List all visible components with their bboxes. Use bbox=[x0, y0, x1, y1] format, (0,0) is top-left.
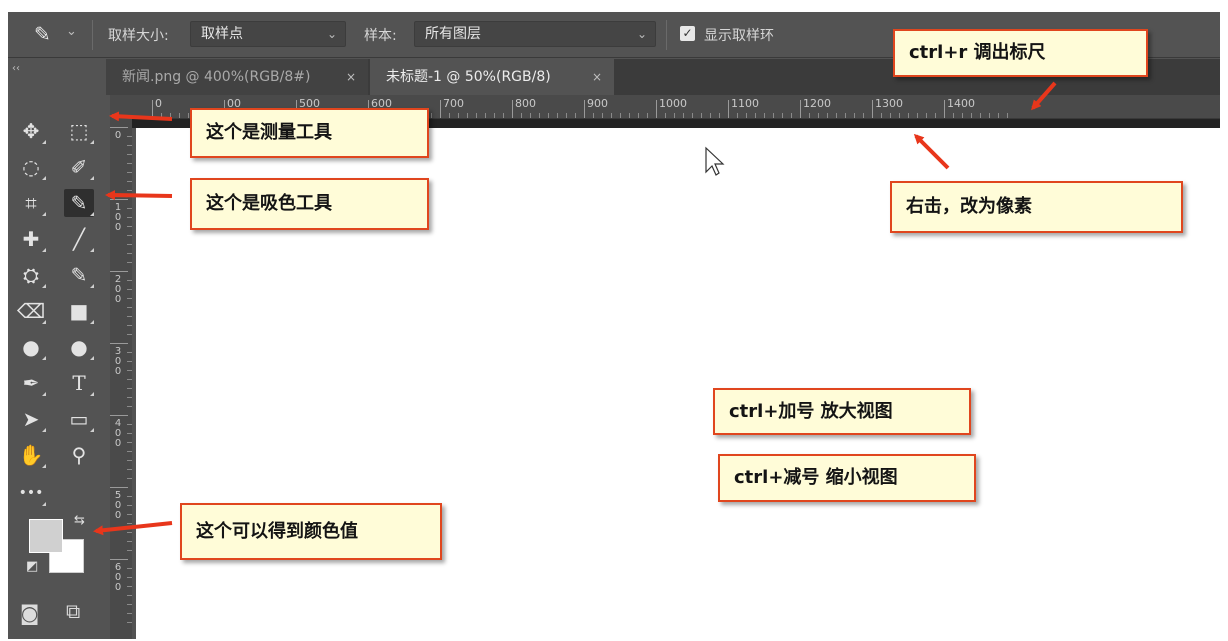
arrow-to-eyedropper-tool bbox=[105, 190, 173, 201]
annotation-arrows bbox=[93, 81, 1057, 536]
arrow-to-measure-tool bbox=[109, 111, 173, 122]
arrow-to-ruler-right-click bbox=[913, 133, 950, 170]
arrow-to-ruler bbox=[1031, 81, 1057, 111]
mouse-cursor-icon bbox=[705, 146, 725, 176]
arrow-to-color-swatch bbox=[93, 521, 173, 536]
